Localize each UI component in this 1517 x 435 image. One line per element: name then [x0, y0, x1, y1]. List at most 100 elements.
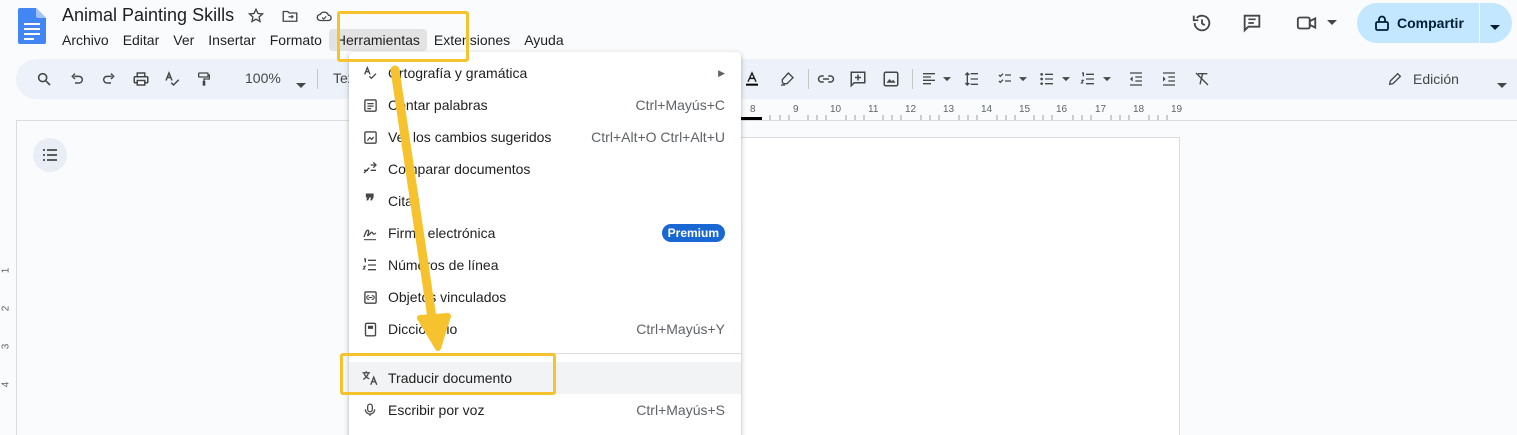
text-color-icon[interactable] — [742, 69, 762, 89]
editing-mode-label: Edición — [1413, 71, 1459, 87]
menu-item-label: Contar palabras — [388, 97, 488, 113]
microphone-icon — [361, 401, 379, 419]
menu-item-linked-objects[interactable]: Objetos vinculados — [349, 281, 741, 313]
ruler-ticks — [740, 115, 1168, 120]
menu-item-label: Ver los cambios sugeridos — [388, 129, 552, 145]
menu-insertar[interactable]: Insertar — [201, 29, 262, 51]
ruler-number: 4 — [0, 381, 12, 388]
highlight-icon[interactable] — [777, 69, 797, 89]
menu-item-label: Citas — [388, 193, 420, 209]
editing-mode-select[interactable]: Edición — [1371, 59, 1517, 99]
chevron-down-icon[interactable] — [941, 69, 953, 89]
align-left-icon[interactable] — [919, 69, 939, 89]
chevron-down-icon[interactable] — [1017, 69, 1029, 89]
bulleted-list-icon[interactable] — [1037, 69, 1057, 89]
toolbar-divider — [912, 69, 913, 89]
menu-item-label: Objetos vinculados — [388, 289, 507, 305]
formatting-toolbar: 100% Texto — [16, 59, 1517, 99]
pencil-icon — [1387, 71, 1403, 87]
menu-item-label: Escribir por voz — [388, 402, 485, 418]
menu-item-word-count[interactable]: Contar palabras Ctrl+Mayús+C — [349, 89, 741, 121]
document-page[interactable] — [740, 137, 1180, 435]
menu-editar[interactable]: Editar — [116, 29, 167, 51]
menu-item-suggested-changes[interactable]: Ver los cambios sugeridos Ctrl+Alt+O Ctr… — [349, 121, 741, 153]
menu-ver[interactable]: Ver — [166, 29, 201, 51]
submenu-arrow-icon: ▶ — [718, 68, 725, 78]
share-label: Compartir — [1397, 15, 1464, 31]
suggestions-icon — [361, 128, 379, 146]
compare-icon — [361, 160, 379, 178]
menu-formato[interactable]: Formato — [263, 29, 329, 51]
chevron-down-icon — [1497, 76, 1507, 92]
comments-icon[interactable] — [1240, 11, 1264, 35]
clear-formatting-icon[interactable] — [1192, 69, 1212, 89]
menu-item-line-numbers[interactable]: Números de línea — [349, 249, 741, 281]
decrease-indent-icon[interactable] — [1126, 69, 1146, 89]
line-numbers-icon — [361, 256, 379, 274]
cloud-status-icon[interactable] — [314, 6, 334, 26]
add-comment-icon[interactable] — [848, 69, 868, 89]
star-icon[interactable] — [246, 6, 266, 26]
title-actions — [246, 6, 334, 26]
docs-logo-icon[interactable] — [18, 8, 46, 44]
chevron-down-icon[interactable] — [1490, 18, 1500, 34]
menu-item-shortcut: Ctrl+Mayús+S — [636, 402, 725, 418]
menu-item-shortcut: Ctrl+Mayús+Y — [636, 321, 725, 337]
document-title[interactable]: Animal Painting Skills — [62, 5, 234, 26]
annotation-highlight-translate — [340, 353, 556, 395]
signature-icon — [361, 224, 379, 242]
menu-bar: Archivo Editar Ver Insertar Formato Herr… — [55, 29, 571, 51]
menu-item-voice-typing[interactable]: Escribir por voz Ctrl+Mayús+S — [349, 394, 741, 426]
outline-icon — [43, 149, 57, 161]
increase-indent-icon[interactable] — [1159, 69, 1179, 89]
ruler-number: 3 — [0, 343, 12, 350]
menu-item-label: Ortografía y gramática — [388, 65, 528, 81]
zoom-select[interactable]: 100% — [245, 70, 281, 86]
spellcheck-icon — [361, 64, 379, 82]
menu-item-shortcut: Ctrl+Alt+O Ctrl+Alt+U — [591, 129, 725, 145]
meet-icon[interactable] — [1294, 11, 1338, 35]
ruler-number: 2 — [0, 305, 12, 312]
menu-archivo[interactable]: Archivo — [55, 29, 116, 51]
menu-item-label: Firma electrónica — [388, 225, 496, 241]
lock-icon — [1375, 15, 1389, 31]
toolbar-divider — [808, 69, 809, 89]
print-icon[interactable] — [131, 69, 151, 89]
line-spacing-icon[interactable] — [962, 69, 982, 89]
vertical-ruler[interactable]: 1 2 3 4 — [0, 225, 14, 435]
undo-icon[interactable] — [67, 69, 87, 89]
search-icon[interactable] — [34, 69, 54, 89]
insert-image-icon[interactable] — [881, 69, 901, 89]
quote-icon: ❞ — [365, 190, 375, 211]
share-button[interactable]: Compartir — [1357, 3, 1512, 43]
linked-objects-icon — [361, 288, 379, 306]
menu-item-citations[interactable]: ❞ Citas — [349, 185, 741, 217]
paint-format-icon[interactable] — [194, 69, 214, 89]
document-outline-button[interactable] — [33, 138, 67, 172]
menu-item-label: Comparar documentos — [388, 161, 531, 177]
premium-badge: Premium — [661, 224, 725, 242]
dictionary-icon — [361, 320, 379, 338]
link-icon[interactable] — [816, 69, 836, 89]
word-count-icon — [361, 96, 379, 114]
menu-item-shortcut: Ctrl+Mayús+C — [635, 97, 725, 113]
menu-ayuda[interactable]: Ayuda — [517, 29, 570, 51]
checklist-icon[interactable] — [995, 69, 1015, 89]
chevron-down-icon[interactable] — [1060, 69, 1072, 89]
numbered-list-icon[interactable] — [1078, 69, 1098, 89]
share-divider — [1479, 3, 1480, 43]
history-icon[interactable] — [1190, 11, 1214, 35]
ruler-number: 1 — [0, 267, 12, 274]
menu-item-label: Diccionario — [388, 321, 458, 337]
chevron-down-icon[interactable] — [296, 76, 306, 94]
menu-item-esignature[interactable]: Firma electrónica Premium — [349, 217, 741, 249]
redo-icon[interactable] — [99, 69, 119, 89]
chevron-down-icon[interactable] — [1101, 69, 1113, 89]
menu-item-compare-documents[interactable]: Comparar documentos — [349, 153, 741, 185]
annotation-highlight-herramientas — [337, 11, 469, 62]
toolbar-divider — [317, 69, 318, 89]
move-folder-icon[interactable] — [280, 6, 300, 26]
menu-item-label: Números de línea — [388, 257, 499, 273]
menu-item-dictionary[interactable]: Diccionario Ctrl+Mayús+Y — [349, 313, 741, 345]
spellcheck-icon[interactable] — [162, 69, 182, 89]
